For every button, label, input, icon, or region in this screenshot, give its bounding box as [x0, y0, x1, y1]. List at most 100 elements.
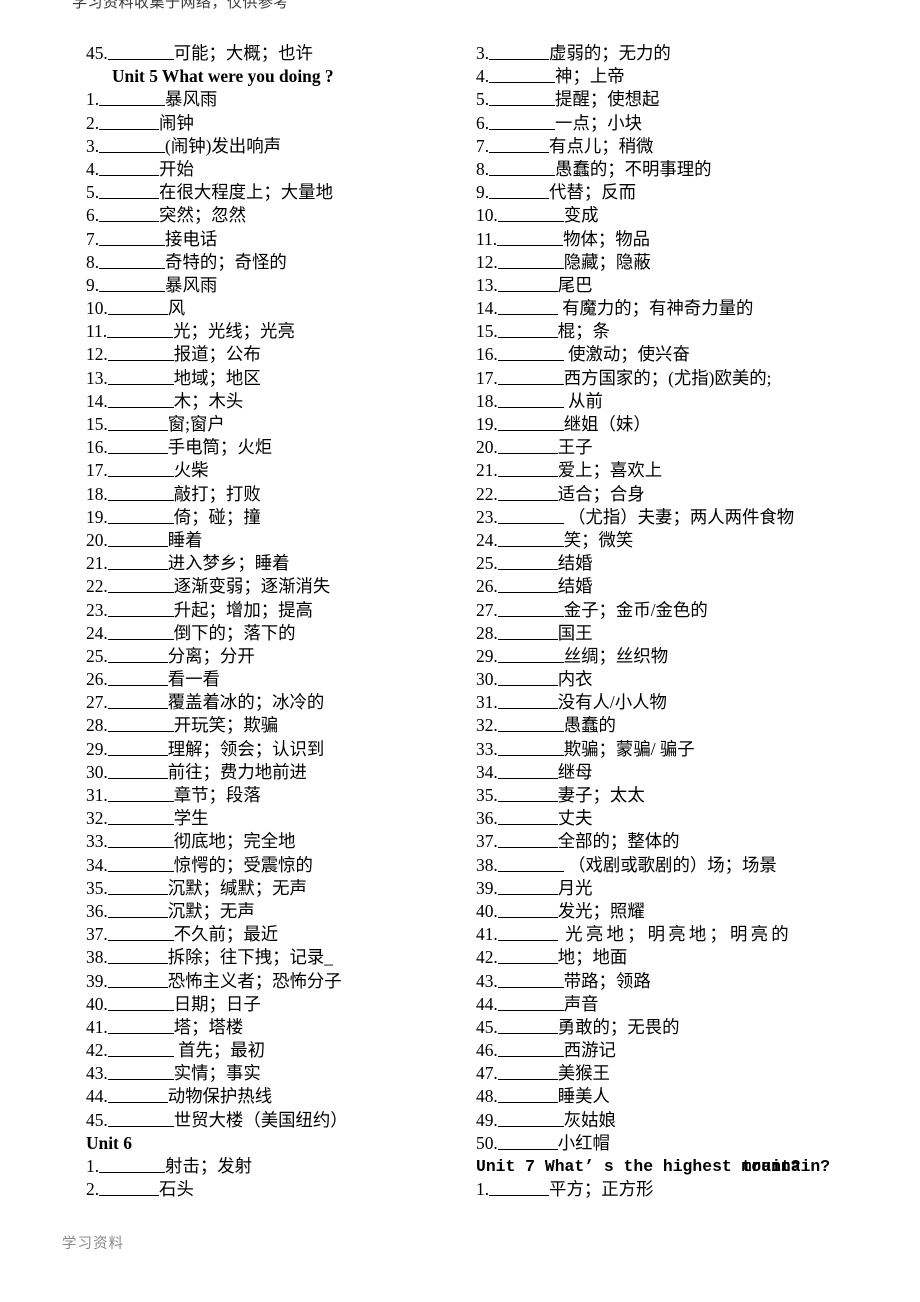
answer-blank[interactable] [107, 460, 174, 478]
answer-blank[interactable] [497, 692, 558, 710]
answer-blank[interactable] [497, 229, 564, 246]
answer-blank[interactable] [107, 530, 168, 547]
answer-blank[interactable] [497, 1017, 558, 1034]
answer-blank[interactable] [99, 182, 160, 200]
answer-blank[interactable] [107, 692, 168, 710]
answer-blank[interactable] [497, 368, 564, 385]
answer-blank[interactable] [489, 159, 556, 176]
answer-blank[interactable] [497, 1133, 558, 1150]
answer-blank[interactable] [497, 460, 558, 478]
answer-blank[interactable] [497, 576, 558, 594]
answer-blank[interactable] [107, 1063, 174, 1081]
answer-blank[interactable] [497, 437, 558, 455]
answer-blank[interactable] [497, 414, 564, 431]
answer-blank[interactable] [497, 1086, 558, 1104]
answer-blank[interactable] [107, 669, 168, 687]
answer-blank[interactable] [99, 252, 166, 269]
answer-blank[interactable] [99, 1179, 160, 1197]
answer-blank[interactable] [99, 159, 160, 176]
answer-blank[interactable] [497, 484, 558, 501]
answer-blank[interactable] [107, 1040, 174, 1058]
answer-blank[interactable] [107, 484, 174, 501]
answer-blank[interactable] [497, 878, 558, 895]
answer-blank[interactable] [497, 646, 564, 663]
answer-blank[interactable] [107, 298, 168, 316]
answer-blank[interactable] [497, 344, 564, 362]
answer-blank[interactable] [489, 136, 550, 153]
answer-blank[interactable] [497, 947, 558, 965]
answer-blank[interactable] [489, 43, 550, 60]
answer-blank[interactable] [107, 576, 174, 594]
answer-blank[interactable] [497, 1040, 564, 1058]
item-number: 42. [476, 947, 498, 968]
answer-blank[interactable] [497, 530, 564, 547]
answer-blank[interactable] [489, 89, 556, 107]
answer-blank[interactable] [99, 113, 160, 130]
answer-blank[interactable] [497, 831, 558, 849]
answer-blank[interactable] [107, 715, 174, 733]
answer-blank[interactable] [489, 113, 556, 130]
answer-blank[interactable] [107, 947, 168, 965]
answer-blank[interactable] [497, 600, 564, 617]
answer-blank[interactable] [489, 1179, 550, 1197]
answer-blank[interactable] [497, 994, 564, 1011]
answer-blank[interactable] [497, 205, 564, 223]
answer-blank[interactable] [497, 1063, 558, 1081]
answer-blank[interactable] [107, 808, 174, 826]
answer-blank[interactable] [99, 205, 160, 223]
answer-blank[interactable] [497, 669, 558, 687]
answer-blank[interactable] [107, 43, 174, 60]
answer-blank[interactable] [107, 1086, 168, 1104]
answer-blank[interactable] [497, 785, 558, 802]
answer-blank[interactable] [497, 275, 558, 292]
answer-blank[interactable] [107, 414, 168, 431]
answer-blank[interactable] [107, 924, 174, 942]
answer-blank[interactable] [107, 971, 168, 988]
answer-blank[interactable] [107, 437, 168, 455]
answer-blank[interactable] [107, 553, 168, 571]
answer-blank[interactable] [497, 901, 558, 918]
answer-blank[interactable] [497, 553, 558, 571]
answer-blank[interactable] [497, 715, 564, 733]
answer-blank[interactable] [107, 785, 174, 802]
answer-blank[interactable] [107, 600, 174, 617]
answer-blank[interactable] [99, 136, 166, 153]
answer-blank[interactable] [107, 623, 174, 640]
answer-blank[interactable] [497, 808, 558, 826]
answer-blank[interactable] [497, 1110, 564, 1127]
answer-blank[interactable] [99, 1156, 166, 1173]
answer-blank[interactable] [107, 344, 174, 362]
answer-blank[interactable] [489, 182, 550, 200]
answer-blank[interactable] [99, 229, 166, 246]
answer-blank[interactable] [497, 855, 564, 872]
answer-blank[interactable] [497, 252, 564, 269]
answer-blank[interactable] [497, 924, 558, 942]
answer-blank[interactable] [497, 623, 558, 640]
answer-blank[interactable] [497, 507, 564, 524]
answer-blank[interactable] [107, 855, 174, 872]
answer-blank[interactable] [107, 321, 174, 339]
answer-blank[interactable] [107, 762, 168, 779]
answer-blank[interactable] [497, 971, 564, 988]
answer-blank[interactable] [497, 739, 564, 756]
answer-blank[interactable] [497, 762, 558, 779]
item-meaning: 尾巴 [557, 274, 593, 295]
item-meaning: 彻底地；完全地 [173, 831, 296, 852]
answer-blank[interactable] [99, 89, 166, 107]
answer-blank[interactable] [107, 739, 168, 756]
answer-blank[interactable] [489, 66, 556, 84]
answer-blank[interactable] [107, 391, 174, 408]
answer-blank[interactable] [107, 368, 174, 385]
answer-blank[interactable] [497, 391, 564, 408]
answer-blank[interactable] [107, 1110, 174, 1127]
answer-blank[interactable] [107, 646, 168, 663]
answer-blank[interactable] [107, 831, 174, 849]
answer-blank[interactable] [107, 994, 174, 1011]
answer-blank[interactable] [107, 878, 168, 895]
answer-blank[interactable] [99, 275, 166, 292]
answer-blank[interactable] [497, 298, 558, 316]
answer-blank[interactable] [497, 321, 558, 339]
answer-blank[interactable] [107, 507, 174, 524]
answer-blank[interactable] [107, 1017, 174, 1034]
answer-blank[interactable] [107, 901, 168, 918]
